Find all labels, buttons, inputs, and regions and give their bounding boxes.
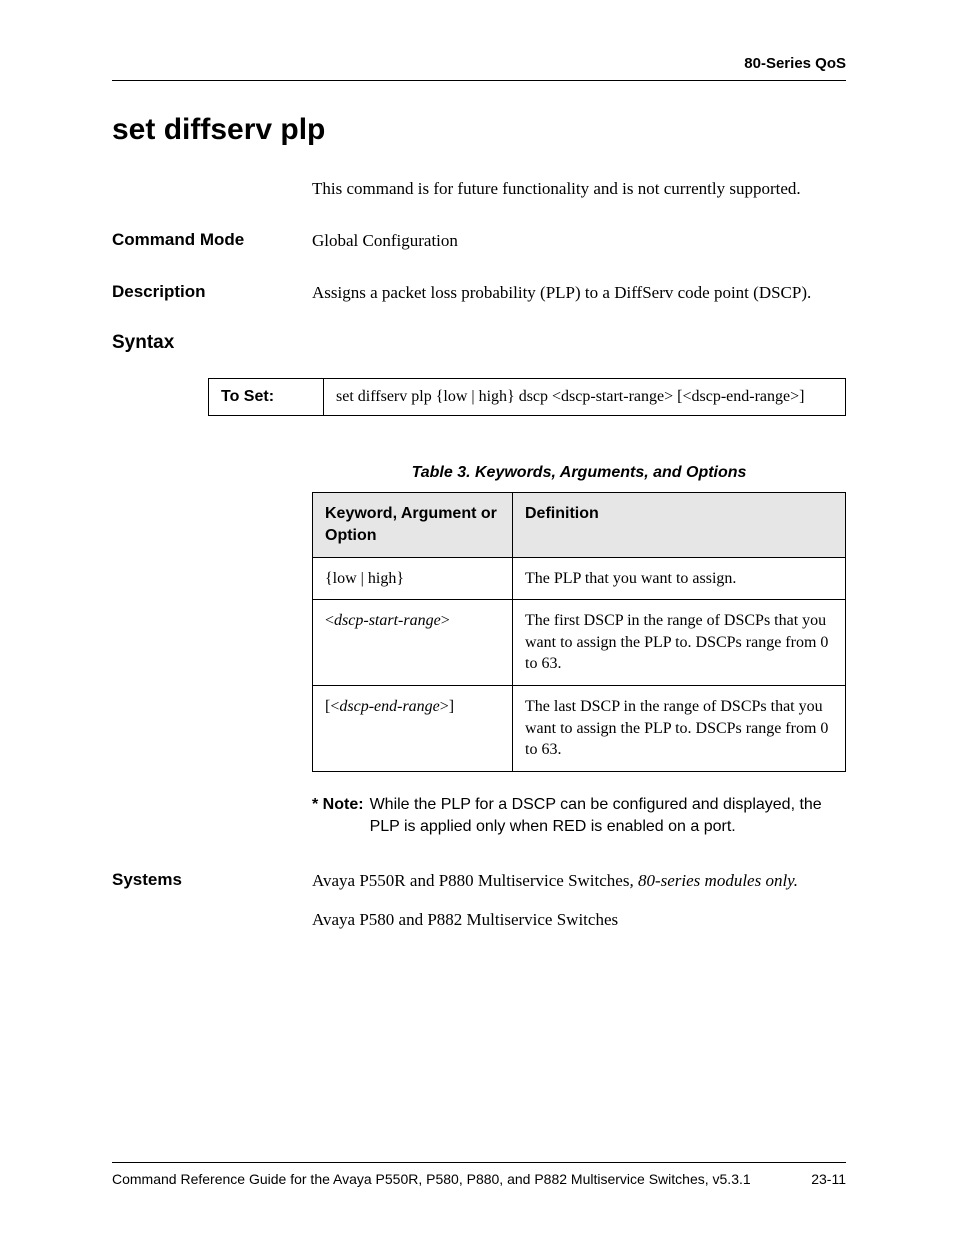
systems-row: Systems Avaya P550R and P880 Multiservic… xyxy=(112,869,846,933)
footer-left: Command Reference Guide for the Avaya P5… xyxy=(112,1171,751,1187)
intro-label-empty xyxy=(112,177,312,201)
kw-close: >] xyxy=(440,698,454,715)
intro-text: This command is for future functionality… xyxy=(312,177,846,201)
table-header-keyword: Keyword, Argument or Option xyxy=(313,493,513,557)
kw-open: [< xyxy=(325,698,339,715)
table-header-row: Keyword, Argument or Option Definition xyxy=(313,493,846,557)
kw-close: > xyxy=(441,612,450,629)
page-footer: Command Reference Guide for the Avaya P5… xyxy=(112,1162,846,1187)
syntax-row: To Set: set diffserv plp {low | high} ds… xyxy=(209,379,846,416)
table-cell-keyword: {low | high} xyxy=(313,557,513,600)
command-mode-row: Command Mode Global Configuration xyxy=(112,229,846,253)
command-mode-text: Global Configuration xyxy=(312,229,846,253)
table-cell-definition: The first DSCP in the range of DSCPs tha… xyxy=(513,600,846,686)
table-cell-definition: The last DSCP in the range of DSCPs that… xyxy=(513,685,846,771)
note-prefix: * Note: xyxy=(312,794,364,839)
systems-line-1: Avaya P550R and P880 Multiservice Switch… xyxy=(312,869,846,893)
kw-italic: dscp-end-range xyxy=(339,698,439,715)
table-row: {low | high} The PLP that you want to as… xyxy=(313,557,846,600)
intro-row: This command is for future functionality… xyxy=(112,177,846,201)
table-row: [<dscp-end-range>] The last DSCP in the … xyxy=(313,685,846,771)
footer-right: 23-11 xyxy=(811,1171,846,1187)
table-cell-keyword: [<dscp-end-range>] xyxy=(313,685,513,771)
description-label: Description xyxy=(112,281,312,305)
footer-row: Command Reference Guide for the Avaya P5… xyxy=(112,1171,846,1187)
footer-rule xyxy=(112,1162,846,1163)
syntax-box-label: To Set: xyxy=(209,379,324,416)
table-row: <dscp-start-range> The first DSCP in the… xyxy=(313,600,846,686)
syntax-box: To Set: set diffserv plp {low | high} ds… xyxy=(208,378,846,416)
kw-open: < xyxy=(325,612,334,629)
systems-text: Avaya P550R and P880 Multiservice Switch… xyxy=(312,869,846,933)
running-header: 80-Series QoS xyxy=(112,55,846,72)
systems-label: Systems xyxy=(112,869,312,933)
command-mode-label: Command Mode xyxy=(112,229,312,253)
table-caption: Table 3. Keywords, Arguments, and Option… xyxy=(312,464,846,482)
syntax-heading: Syntax xyxy=(112,332,846,354)
table-cell-definition: The PLP that you want to assign. xyxy=(513,557,846,600)
note-block: * Note: While the PLP for a DSCP can be … xyxy=(312,794,846,839)
table-header-definition: Definition xyxy=(513,493,846,557)
systems-1a: Avaya P550R and P880 Multiservice Switch… xyxy=(312,871,629,890)
header-rule xyxy=(112,80,846,81)
syntax-box-command: set diffserv plp {low | high} dscp <dscp… xyxy=(324,379,846,416)
document-page: 80-Series QoS set diffserv plp This comm… xyxy=(0,0,954,1235)
table-cell-keyword: <dscp-start-range> xyxy=(313,600,513,686)
page-title: set diffserv plp xyxy=(112,113,846,147)
description-text: Assigns a packet loss probability (PLP) … xyxy=(312,281,846,305)
options-table: Keyword, Argument or Option Definition {… xyxy=(312,492,846,771)
kw-italic: dscp-start-range xyxy=(334,612,441,629)
systems-1b: , 80-series modules only. xyxy=(629,871,798,890)
description-row: Description Assigns a packet loss probab… xyxy=(112,281,846,305)
systems-line-2: Avaya P580 and P882 Multiservice Switche… xyxy=(312,908,846,932)
note-text: While the PLP for a DSCP can be configur… xyxy=(370,794,846,839)
